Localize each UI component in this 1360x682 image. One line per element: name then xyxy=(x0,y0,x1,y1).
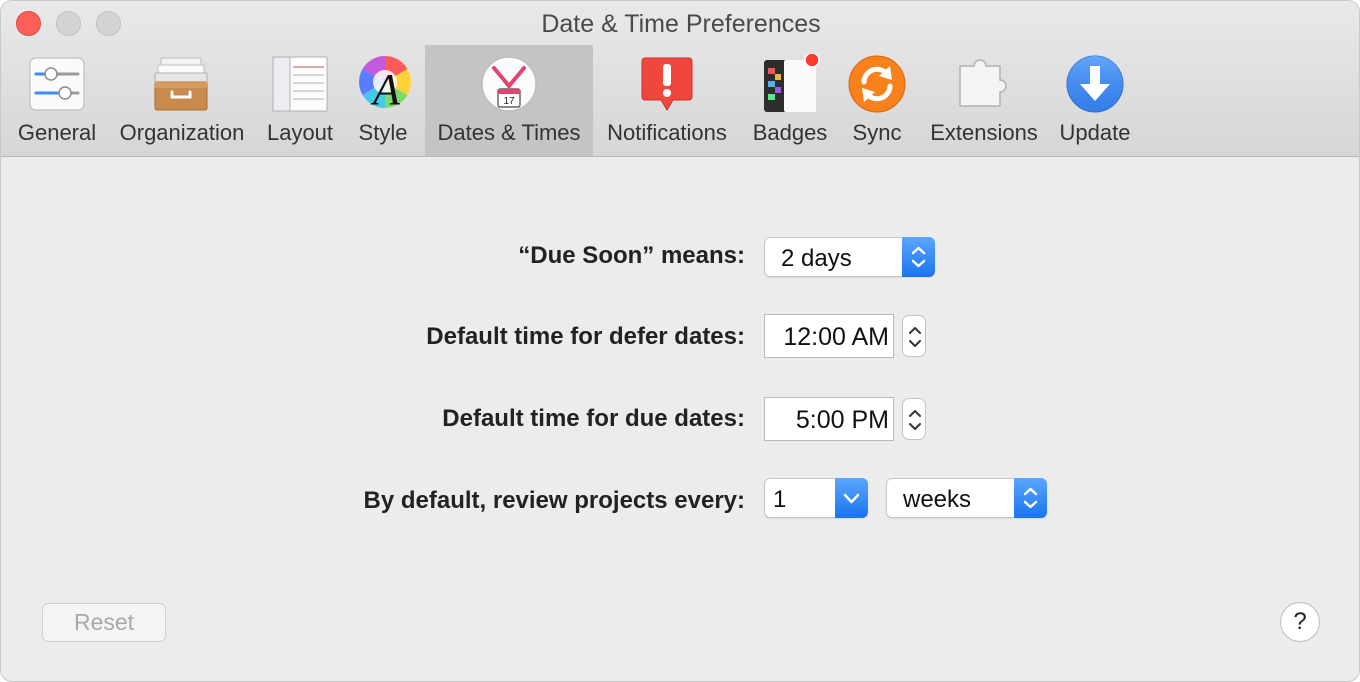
archive-drawer-icon xyxy=(154,57,208,111)
download-arrow-icon xyxy=(1066,55,1124,113)
tab-notifications-label: Notifications xyxy=(607,120,727,145)
defer-time-stepper[interactable] xyxy=(902,315,926,357)
defer-time-field[interactable]: 12:00 AM xyxy=(764,314,894,358)
svg-text:A: A xyxy=(370,65,401,114)
due-time-value: 5:00 PM xyxy=(795,406,889,434)
tab-badges-label: Badges xyxy=(752,120,828,145)
clock-calendar-icon: 17 xyxy=(481,56,537,112)
puzzle-piece-icon xyxy=(959,59,1007,107)
sync-arrows-icon xyxy=(848,55,906,113)
tab-style[interactable]: A Style xyxy=(347,45,419,156)
toolbar: Date & Time Preferences General Organiza… xyxy=(1,1,1359,157)
review-interval-label: By default, review projects every: xyxy=(363,487,746,514)
tab-update-label: Update xyxy=(1059,120,1131,145)
stepper-chevrons-icon xyxy=(909,410,921,430)
review-count-value: 1 xyxy=(773,486,787,513)
updown-chevrons-icon xyxy=(902,237,935,277)
updown-chevrons-icon xyxy=(1014,478,1047,518)
tab-update[interactable]: Update xyxy=(1053,45,1137,156)
tab-sync-label: Sync xyxy=(852,120,902,145)
tab-layout-label: Layout xyxy=(266,120,334,145)
tab-dates-times-label: Dates & Times xyxy=(437,120,581,145)
tab-general-label: General xyxy=(17,120,97,145)
tab-badges[interactable]: Badges xyxy=(745,45,835,156)
due-soon-value: 2 days xyxy=(781,245,852,272)
tab-organization-label: Organization xyxy=(119,120,245,145)
tab-layout[interactable]: Layout xyxy=(259,45,341,156)
reset-button[interactable]: Reset xyxy=(42,603,166,642)
review-unit-popup[interactable]: weeks xyxy=(886,478,1047,518)
tab-notifications[interactable]: Notifications xyxy=(597,45,737,156)
preferences-window: Date & Time Preferences General Organiza… xyxy=(0,0,1360,682)
svg-text:17: 17 xyxy=(503,96,515,107)
tab-extensions-label: Extensions xyxy=(930,120,1038,145)
chevron-down-icon[interactable] xyxy=(835,478,868,518)
tab-style-label: Style xyxy=(358,120,408,145)
tab-general[interactable]: General xyxy=(9,45,105,156)
due-time-stepper[interactable] xyxy=(902,398,926,440)
exclamation-bubble-icon xyxy=(641,57,693,111)
help-button[interactable]: ? xyxy=(1280,602,1320,642)
sliders-icon xyxy=(29,57,85,111)
due-soon-label: “Due Soon” means: xyxy=(518,242,745,269)
tab-organization[interactable]: Organization xyxy=(111,45,253,156)
due-time-field[interactable]: 5:00 PM xyxy=(764,397,894,441)
tab-dates-times[interactable]: 17 Dates & Times xyxy=(425,45,593,156)
tab-extensions[interactable]: Extensions xyxy=(921,45,1047,156)
stepper-chevrons-icon xyxy=(909,327,921,347)
window-title: Date & Time Preferences xyxy=(541,10,821,38)
tab-sync[interactable]: Sync xyxy=(841,45,913,156)
badge-notebook-icon xyxy=(764,54,820,112)
defer-time-value: 12:00 AM xyxy=(783,323,889,351)
defer-time-label: Default time for defer dates: xyxy=(426,323,745,350)
color-wheel-font-icon: A xyxy=(359,56,411,114)
due-soon-popup[interactable]: 2 days xyxy=(764,237,935,277)
review-count-combo[interactable]: 1 xyxy=(764,478,868,518)
layout-columns-icon xyxy=(272,56,328,112)
review-unit-value: weeks xyxy=(903,486,972,513)
due-time-label: Default time for due dates: xyxy=(442,405,745,432)
